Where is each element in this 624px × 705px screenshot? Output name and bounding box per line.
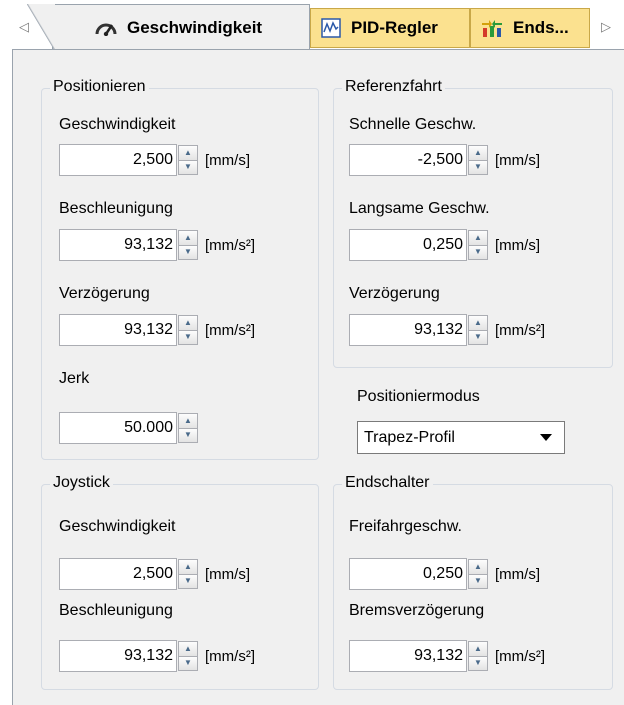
tab-label: Geschwindigkeit bbox=[127, 17, 263, 37]
label-bremsverzoegerung: Bremsverzögerung bbox=[349, 602, 485, 619]
tab-pid-regler[interactable]: PID-Regler bbox=[310, 8, 470, 48]
pos-beschleunigung-input[interactable]: 93,132 bbox=[59, 229, 177, 261]
label-pos-beschleunigung: Beschleunigung bbox=[59, 200, 173, 217]
pos-geschwindigkeit-spinner: 2,500 ▲ ▼ [mm/s] bbox=[59, 144, 250, 176]
schnelle-geschw-spinner: -2,500 ▲ ▼ [mm/s] bbox=[349, 144, 540, 176]
tab-panel: Positionieren Geschwindigkeit 2,500 ▲ ▼ [… bbox=[12, 49, 624, 705]
spin-up-button[interactable]: ▲ bbox=[468, 315, 488, 331]
group-title: Endschalter bbox=[342, 474, 433, 492]
spin-up-button[interactable]: ▲ bbox=[178, 641, 198, 657]
spin-up-button[interactable]: ▲ bbox=[468, 559, 488, 575]
tab-endschalter[interactable]: Ends... bbox=[470, 8, 590, 48]
pos-verzoegerung-input[interactable]: 93,132 bbox=[59, 314, 177, 346]
spin-up-button[interactable]: ▲ bbox=[468, 230, 488, 246]
bremsverzoegerung-spinner: 93,132 ▲ ▼ [mm/s²] bbox=[349, 640, 545, 672]
ref-verzoegerung-spinner: 93,132 ▲ ▼ [mm/s²] bbox=[349, 314, 545, 346]
spin-down-button[interactable]: ▼ bbox=[468, 160, 488, 175]
jerk-spinner: 50.000 ▲ ▼ bbox=[59, 412, 198, 444]
label-freifahrgeschw: Freifahrgeschw. bbox=[349, 518, 462, 535]
spin-up-button[interactable]: ▲ bbox=[178, 559, 198, 575]
label-jerk: Jerk bbox=[59, 370, 90, 387]
label-joy-geschwindigkeit: Geschwindigkeit bbox=[59, 518, 176, 535]
label-pos-geschwindigkeit: Geschwindigkeit bbox=[59, 116, 176, 133]
unit-label: [mm/s²] bbox=[205, 647, 255, 665]
chevron-down-icon[interactable] bbox=[540, 434, 552, 441]
freifahrgeschw-input[interactable]: 0,250 bbox=[349, 558, 467, 590]
group-title: Joystick bbox=[50, 474, 113, 492]
label-ref-verzoegerung: Verzögerung bbox=[349, 285, 440, 302]
jerk-input[interactable]: 50.000 bbox=[59, 412, 177, 444]
spin-down-button[interactable]: ▼ bbox=[178, 574, 198, 589]
positioniermodus-select[interactable]: Trapez-Profil bbox=[357, 421, 565, 454]
unit-label: [mm/s] bbox=[495, 151, 540, 169]
label-langsame-geschw: Langsame Geschw. bbox=[349, 200, 490, 217]
tab-label: Ends... bbox=[513, 18, 569, 37]
freifahrgeschw-spinner: 0,250 ▲ ▼ [mm/s] bbox=[349, 558, 540, 590]
pos-verzoegerung-spinner: 93,132 ▲ ▼ [mm/s²] bbox=[59, 314, 255, 346]
joy-beschleunigung-input[interactable]: 93,132 bbox=[59, 640, 177, 672]
bremsverzoegerung-input[interactable]: 93,132 bbox=[349, 640, 467, 672]
langsame-geschw-spinner: 0,250 ▲ ▼ [mm/s] bbox=[349, 229, 540, 261]
tab-strip: ◁ Geschwindigkeit PID-Regler Ends... ▷ bbox=[0, 0, 624, 51]
unit-label: [mm/s²] bbox=[205, 321, 255, 339]
pos-beschleunigung-spinner: 93,132 ▲ ▼ [mm/s²] bbox=[59, 229, 255, 261]
spin-up-button[interactable]: ▲ bbox=[468, 641, 488, 657]
spin-down-button[interactable]: ▼ bbox=[468, 245, 488, 260]
spin-down-button[interactable]: ▼ bbox=[178, 160, 198, 175]
select-value: Trapez-Profil bbox=[364, 428, 455, 446]
spin-up-button[interactable]: ▲ bbox=[178, 145, 198, 161]
spin-up-button[interactable]: ▲ bbox=[178, 230, 198, 246]
endstop-icon bbox=[481, 18, 503, 38]
spin-down-button[interactable]: ▼ bbox=[178, 656, 198, 671]
tab-scroll-right-button[interactable]: ▷ bbox=[596, 8, 616, 46]
joy-geschwindigkeit-spinner: 2,500 ▲ ▼ [mm/s] bbox=[59, 558, 250, 590]
pid-chart-icon bbox=[321, 18, 341, 38]
pos-geschwindigkeit-input[interactable]: 2,500 bbox=[59, 144, 177, 176]
label-joy-beschleunigung: Beschleunigung bbox=[59, 602, 173, 619]
speedometer-icon bbox=[95, 20, 117, 36]
unit-label: [mm/s] bbox=[495, 236, 540, 254]
unit-label: [mm/s] bbox=[205, 151, 250, 169]
joy-beschleunigung-spinner: 93,132 ▲ ▼ [mm/s²] bbox=[59, 640, 255, 672]
tab-geschwindigkeit[interactable]: Geschwindigkeit bbox=[27, 4, 310, 51]
unit-label: [mm/s²] bbox=[495, 647, 545, 665]
unit-label: [mm/s²] bbox=[495, 321, 545, 339]
group-title: Referenzfahrt bbox=[342, 78, 445, 96]
ref-verzoegerung-input[interactable]: 93,132 bbox=[349, 314, 467, 346]
spin-down-button[interactable]: ▼ bbox=[468, 574, 488, 589]
spin-down-button[interactable]: ▼ bbox=[178, 245, 198, 260]
spin-down-button[interactable]: ▼ bbox=[468, 330, 488, 345]
unit-label: [mm/s²] bbox=[205, 236, 255, 254]
joy-geschwindigkeit-input[interactable]: 2,500 bbox=[59, 558, 177, 590]
unit-label: [mm/s] bbox=[205, 565, 250, 583]
spin-up-button[interactable]: ▲ bbox=[468, 145, 488, 161]
tab-label: PID-Regler bbox=[351, 18, 438, 37]
schnelle-geschw-input[interactable]: -2,500 bbox=[349, 144, 467, 176]
unit-label: [mm/s] bbox=[495, 565, 540, 583]
label-pos-verzoegerung: Verzögerung bbox=[59, 285, 150, 302]
langsame-geschw-input[interactable]: 0,250 bbox=[349, 229, 467, 261]
spin-up-button[interactable]: ▲ bbox=[178, 413, 198, 429]
spin-down-button[interactable]: ▼ bbox=[468, 656, 488, 671]
label-positioniermodus: Positioniermodus bbox=[357, 388, 480, 405]
spin-up-button[interactable]: ▲ bbox=[178, 315, 198, 331]
label-schnelle-geschw: Schnelle Geschw. bbox=[349, 116, 477, 133]
spin-down-button[interactable]: ▼ bbox=[178, 330, 198, 345]
spin-down-button[interactable]: ▼ bbox=[178, 428, 198, 443]
group-title: Positionieren bbox=[50, 78, 149, 96]
